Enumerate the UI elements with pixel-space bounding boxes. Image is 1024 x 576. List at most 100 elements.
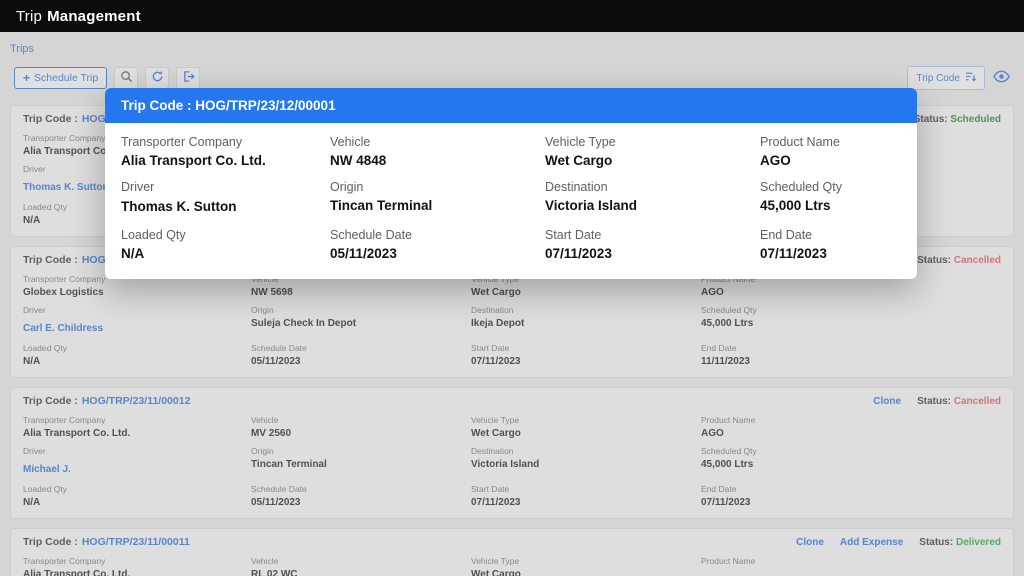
breadcrumb-trips-link[interactable]: Trips (10, 43, 34, 55)
field-value: 05/11/2023 (330, 246, 397, 261)
field-value: 45,000 Ltrs (701, 318, 754, 329)
field-value: AGO (760, 153, 791, 168)
status-label: Status: (913, 113, 948, 125)
modal-fields: Transporter Company Alia Transport Co. Lt… (105, 123, 917, 279)
field-label: Vehicle (251, 415, 279, 425)
modal-title: Trip Code : HOG/TRP/23/12/00001 (121, 98, 336, 113)
field-value-link[interactable]: Thomas K. Sutton (121, 199, 237, 214)
add-expense-link[interactable]: Add Expense (840, 537, 903, 548)
field-label: Schedule Date (251, 343, 307, 353)
field-value-link[interactable]: Carl E. Childress (23, 323, 103, 334)
field-value: 07/11/2023 (760, 246, 827, 261)
trip-details-modal: Trip Code : HOG/TRP/23/12/00001 Transpor… (105, 88, 917, 279)
field-value: N/A (121, 246, 145, 261)
trip-code-label: Trip Code : (23, 395, 78, 407)
export-button[interactable] (176, 67, 201, 89)
field-label: Scheduled Qty (701, 305, 757, 315)
trip-code-sort-button[interactable]: Trip Code (907, 66, 985, 90)
clone-link[interactable]: Clone (873, 396, 901, 407)
field: Loaded Qty N/A (23, 484, 251, 508)
field-value: AGO (701, 287, 724, 298)
field-label: Destination (471, 305, 514, 315)
card-fields: Transporter Company Alia Transport Co. Lt… (11, 413, 1013, 518)
field-label: Origin (251, 446, 274, 456)
field-label: Product Name (701, 415, 756, 425)
trip-code-link[interactable]: HOG/TRP/23/11/00011 (82, 536, 190, 548)
field-label: Transporter Company (121, 135, 243, 149)
status-label: Status: (919, 536, 954, 548)
field: Driver Thomas K. Sutton (121, 180, 330, 216)
card-fields: Transporter Company Alia Transport Co. Lt… (11, 554, 1013, 576)
breadcrumb: Trips (0, 32, 1024, 61)
field-label: Schedule Date (330, 228, 413, 242)
field-label: Vehicle (330, 135, 371, 149)
field: Vehicle Type Wet Cargo (545, 135, 760, 168)
field-value: RL 02 WC (251, 569, 298, 576)
field-value: AGO (701, 428, 724, 439)
status: Status: Cancelled (917, 396, 1001, 407)
field: Loaded Qty N/A (23, 343, 251, 367)
field-value: Suleja Check In Depot (251, 318, 357, 329)
trip-card: Trip Code : HOG/TRP/23/11/00011 Clone Add… (10, 528, 1014, 576)
status: Status: Scheduled (914, 114, 1001, 125)
trip-code-label: Trip Code : (23, 536, 78, 548)
field-value: 45,000 Ltrs (760, 198, 831, 213)
field: Vehicle NW 4848 (330, 135, 545, 168)
field-label: Start Date (471, 343, 510, 353)
field-label: Transporter Company (23, 415, 106, 425)
field-value: MV 2560 (251, 428, 292, 439)
clone-link[interactable]: Clone (796, 537, 824, 548)
status-badge: Scheduled (950, 113, 1001, 125)
field-label: Transporter Company (23, 556, 106, 566)
field: Scheduled Qty 45,000 Ltrs (760, 180, 901, 216)
field-value: 11/11/2023 (701, 356, 750, 367)
trip-code-link[interactable]: HOG/TRP/23/11/00012 (82, 395, 191, 407)
field-value: N/A (23, 356, 41, 367)
field: Schedule Date 05/11/2023 (251, 343, 471, 367)
search-button[interactable] (114, 67, 139, 89)
refresh-button[interactable] (145, 67, 170, 89)
schedule-trip-button[interactable]: + Schedule Trip (14, 67, 108, 89)
field-label: Loaded Qty (23, 484, 67, 494)
field-value: NW 4848 (330, 153, 387, 168)
field-value-link[interactable]: Thomas K. Sutton (23, 182, 109, 193)
field-value: 05/11/2023 (251, 356, 301, 367)
trip-code-label: Trip Code : (23, 113, 78, 125)
field-value: Wet Cargo (545, 153, 613, 168)
field-value: 07/11/2023 (471, 497, 521, 508)
field-label: Product Name (760, 135, 840, 149)
field: Schedule Date 05/11/2023 (251, 484, 471, 508)
field-label: Start Date (471, 484, 510, 494)
field-value: 07/11/2023 (545, 246, 612, 261)
field: Product Name (701, 556, 1001, 576)
trip-card: Trip Code : HOG/TRP/23/11/00012 Clone St… (10, 387, 1014, 519)
field-label: Loaded Qty (121, 228, 186, 242)
field-label: Destination (545, 180, 608, 194)
field-label: Origin (330, 180, 364, 194)
search-icon (120, 70, 133, 86)
field-value-link[interactable]: Michael J. (23, 464, 71, 475)
field: Loaded Qty N/A (121, 228, 330, 261)
field: Start Date 07/11/2023 (471, 484, 701, 508)
view-columns-button[interactable] (993, 70, 1010, 86)
refresh-icon (151, 70, 164, 86)
field-label: Product Name (701, 556, 756, 566)
card-actions: Clone (873, 396, 901, 407)
export-icon (182, 70, 195, 86)
field: Origin Tincan Terminal (330, 180, 545, 216)
field-label: Vehicle Type (545, 135, 616, 149)
eye-icon (993, 70, 1010, 86)
status-badge: Cancelled (953, 254, 1001, 266)
trip-code-sort-label: Trip Code (916, 72, 960, 84)
field-label: Scheduled Qty (760, 180, 842, 194)
status-badge: Cancelled (953, 395, 1001, 407)
field-value: Wet Cargo (471, 287, 521, 298)
status-badge: Delivered (955, 536, 1001, 548)
field: Vehicle Type Wet Cargo (471, 556, 701, 576)
field: Transporter Company Alia Transport Co. Lt… (23, 415, 251, 439)
field-value: 05/11/2023 (251, 497, 301, 508)
field: Product Name AGO (760, 135, 901, 168)
app-title-bold: Management (47, 7, 141, 25)
field-label: Start Date (545, 228, 602, 242)
field: Scheduled Qty 45,000 Ltrs (701, 446, 1001, 477)
